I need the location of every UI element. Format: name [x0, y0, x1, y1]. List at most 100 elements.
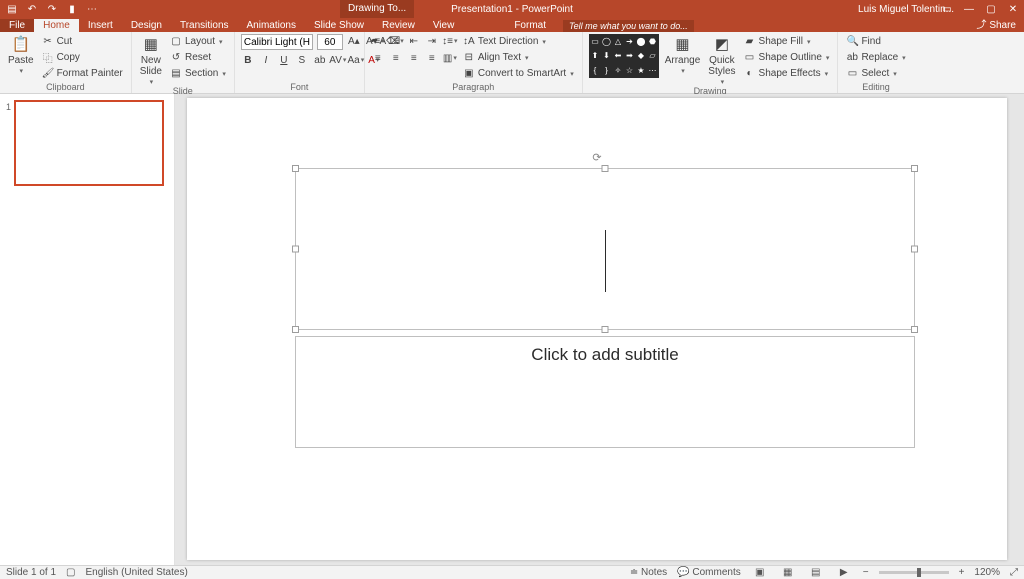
align-right-button[interactable]: ≡	[407, 51, 421, 65]
zoom-in-button[interactable]: +	[959, 567, 965, 578]
undo-icon[interactable]: ↶	[26, 4, 38, 15]
font-size-input[interactable]	[317, 34, 343, 50]
zoom-out-button[interactable]: −	[863, 567, 869, 578]
smartart-button[interactable]: ▣Convert to SmartArt	[461, 66, 576, 81]
title-placeholder[interactable]	[295, 168, 915, 330]
tab-format[interactable]: Format	[505, 19, 555, 32]
numbering-button[interactable]: 1≡	[389, 34, 403, 48]
tab-animations[interactable]: Animations	[238, 19, 305, 32]
resize-handle[interactable]	[292, 326, 299, 333]
smartart-icon: ▣	[463, 68, 475, 79]
line-spacing-button[interactable]: ↕≡	[443, 34, 457, 48]
resize-handle[interactable]	[602, 165, 609, 172]
change-case-button[interactable]: Aa	[349, 53, 363, 67]
shape-effects-button[interactable]: ◐Shape Effects	[742, 66, 832, 81]
group-paragraph: •≡ 1≡ ⇤ ⇥ ↕≡ ≡ ≡ ≡ ≡ ▥ ↕AText Direction …	[365, 32, 583, 93]
group-font: A▴ A▾ A⌫ B I U S ab AV Aa A Font	[235, 32, 365, 93]
text-direction-button[interactable]: ↕AText Direction	[461, 34, 576, 49]
spell-check-icon[interactable]: ▢	[66, 567, 75, 578]
new-slide-button[interactable]: ▦New Slide	[138, 34, 164, 86]
font-name-input[interactable]	[241, 34, 313, 50]
redo-icon[interactable]: ↷	[46, 4, 58, 15]
resize-handle[interactable]	[911, 246, 918, 253]
shape-fill-icon: ▰	[744, 36, 756, 47]
tab-file[interactable]: File	[0, 19, 34, 32]
comments-button[interactable]: 💬 Comments	[677, 567, 741, 578]
bullets-button[interactable]: •≡	[371, 34, 385, 48]
save-icon[interactable]: ▤	[6, 4, 18, 15]
copy-button[interactable]: ⿻Copy	[40, 50, 125, 65]
maximize-icon[interactable]: ▢	[980, 4, 1002, 15]
columns-button[interactable]: ▥	[443, 51, 457, 65]
strike-button[interactable]: S	[295, 53, 309, 67]
resize-handle[interactable]	[911, 326, 918, 333]
group-slides: ▦New Slide ▢Layout ↺Reset ▤Section Slide	[132, 32, 235, 93]
section-button[interactable]: ▤Section	[168, 66, 228, 81]
shape-effects-icon: ◐	[744, 68, 756, 79]
italic-button[interactable]: I	[259, 53, 273, 67]
tab-design[interactable]: Design	[122, 19, 171, 32]
quick-styles-button[interactable]: ◩Quick Styles	[706, 34, 737, 86]
slide[interactable]: ⟳ Click to add subtitle	[187, 98, 1007, 560]
slideshow-view-button[interactable]: ▶	[835, 567, 853, 578]
start-slideshow-icon[interactable]: ▮	[66, 4, 78, 15]
cut-button[interactable]: ✂Cut	[40, 34, 125, 49]
normal-view-button[interactable]: ▣	[751, 567, 769, 578]
rotate-handle-icon[interactable]: ⟳	[592, 151, 601, 164]
tell-me-input[interactable]: Tell me what you want to do...	[563, 20, 694, 32]
grow-font-button[interactable]: A▴	[347, 34, 361, 48]
reset-button[interactable]: ↺Reset	[168, 50, 228, 65]
minimize-icon[interactable]: —	[958, 4, 980, 15]
tab-transitions[interactable]: Transitions	[171, 19, 238, 32]
language-status[interactable]: English (United States)	[86, 567, 188, 578]
resize-handle[interactable]	[911, 165, 918, 172]
zoom-slider[interactable]	[879, 571, 949, 574]
align-center-button[interactable]: ≡	[389, 51, 403, 65]
layout-button[interactable]: ▢Layout	[168, 34, 228, 49]
align-text-button[interactable]: ⊟Align Text	[461, 50, 576, 65]
sorter-view-button[interactable]: ▦	[779, 567, 797, 578]
resize-handle[interactable]	[292, 246, 299, 253]
slide-counter[interactable]: Slide 1 of 1	[6, 567, 56, 578]
align-left-button[interactable]: ≡	[371, 51, 385, 65]
paste-button[interactable]: 📋Paste	[6, 34, 36, 75]
resize-handle[interactable]	[292, 165, 299, 172]
ribbon-options-icon[interactable]: ▭	[936, 4, 958, 15]
slide-thumbnail-pane[interactable]: 1	[0, 94, 175, 565]
close-icon[interactable]: ✕	[1002, 4, 1024, 15]
arrange-button[interactable]: ▦Arrange	[663, 34, 703, 75]
notes-button[interactable]: ≐ Notes	[630, 567, 667, 578]
replace-button[interactable]: abReplace	[844, 50, 907, 65]
tab-insert[interactable]: Insert	[79, 19, 122, 32]
select-button[interactable]: ▭Select	[844, 66, 907, 81]
ribbon: 📋Paste ✂Cut ⿻Copy 🖌Format Painter Clipbo…	[0, 32, 1024, 94]
fit-to-window-button[interactable]: ⤢	[1010, 567, 1018, 578]
group-editing: 🔍Find abReplace ▭Select Editing	[838, 32, 913, 93]
format-painter-button[interactable]: 🖌Format Painter	[40, 66, 125, 81]
paste-icon: 📋	[11, 34, 31, 54]
qat-more-icon[interactable]: ⋯	[86, 4, 98, 15]
tab-home[interactable]: Home	[34, 19, 79, 32]
bold-button[interactable]: B	[241, 53, 255, 67]
decrease-indent-button[interactable]: ⇤	[407, 34, 421, 48]
increase-indent-button[interactable]: ⇥	[425, 34, 439, 48]
slide-canvas-area[interactable]: ⟳ Click to add subtitle	[175, 94, 1024, 565]
char-spacing-button[interactable]: AV	[331, 53, 345, 67]
tab-review[interactable]: Review	[373, 19, 424, 32]
zoom-level[interactable]: 120%	[974, 567, 1000, 578]
shapes-gallery[interactable]: ▭◯△➔⬤⬣ ⬆⬇⬅➡◆▱ {}✧☆★⋯	[589, 34, 659, 78]
resize-handle[interactable]	[602, 326, 609, 333]
shape-outline-button[interactable]: ▭Shape Outline	[742, 50, 832, 65]
slide-thumbnail-1[interactable]: 1	[14, 100, 164, 186]
reading-view-button[interactable]: ▤	[807, 567, 825, 578]
tab-view[interactable]: View	[424, 19, 464, 32]
subtitle-placeholder[interactable]: Click to add subtitle	[295, 336, 915, 448]
group-label-clipboard: Clipboard	[6, 82, 125, 93]
shape-fill-button[interactable]: ▰Shape Fill	[742, 34, 832, 49]
find-button[interactable]: 🔍Find	[844, 34, 907, 49]
justify-button[interactable]: ≡	[425, 51, 439, 65]
tab-slideshow[interactable]: Slide Show	[305, 19, 373, 32]
shadow-button[interactable]: ab	[313, 53, 327, 67]
underline-button[interactable]: U	[277, 53, 291, 67]
group-label-paragraph: Paragraph	[371, 82, 576, 93]
